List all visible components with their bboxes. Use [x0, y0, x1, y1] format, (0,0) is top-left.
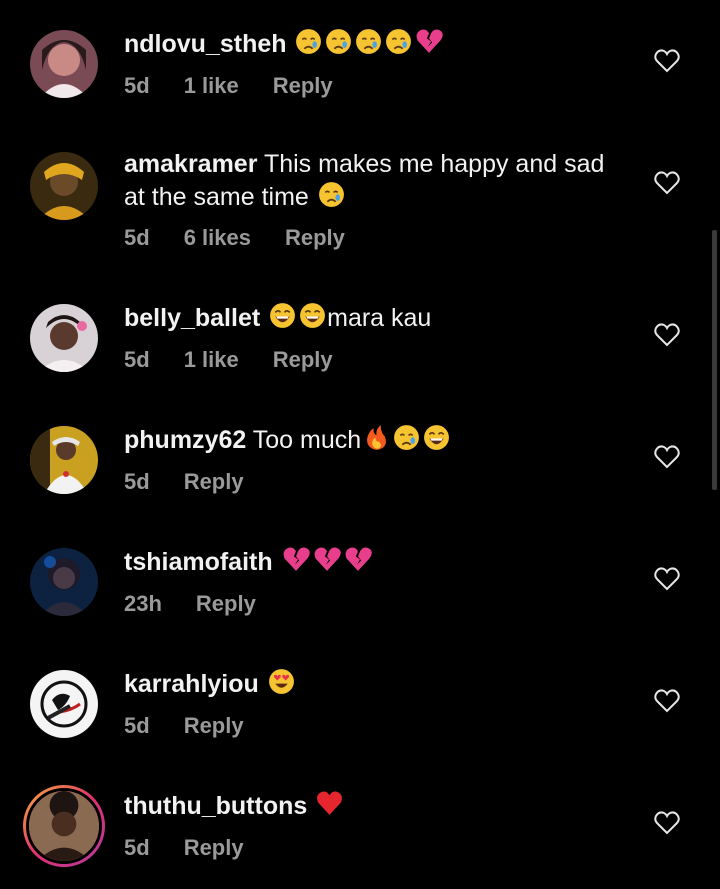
comment-text: ndlovu_stheh — [124, 27, 624, 64]
comment-text: phumzy62 Too much — [124, 423, 624, 460]
crying-face-icon — [392, 423, 421, 460]
username[interactable]: phumzy62 — [124, 426, 246, 454]
reply-button[interactable]: Reply — [273, 347, 333, 373]
avatar — [26, 788, 102, 864]
likes-count[interactable]: 6 likes — [184, 225, 251, 251]
laughing-face-icon — [268, 301, 297, 338]
comment-text: amakramer This makes me happy and sad at… — [124, 149, 624, 217]
crying-face-icon — [354, 27, 383, 64]
crying-face-icon — [384, 27, 413, 64]
likes-count[interactable]: 1 like — [184, 73, 239, 99]
fire-icon — [362, 423, 391, 460]
laughing-face-icon — [298, 301, 327, 338]
red-heart-icon — [315, 789, 344, 826]
timestamp: 5d — [124, 225, 150, 250]
reply-button[interactable]: Reply — [184, 469, 244, 495]
avatar[interactable] — [30, 304, 98, 372]
avatar[interactable] — [30, 548, 98, 616]
heart-outline-icon[interactable] — [654, 567, 680, 591]
reply-button[interactable]: Reply — [184, 713, 244, 739]
likes-count[interactable]: 1 like — [184, 347, 239, 373]
comment-body: mara kau — [327, 304, 432, 332]
username[interactable]: tshiamofaith — [124, 548, 273, 576]
comment-meta: 5d Reply — [124, 835, 278, 861]
heart-outline-icon[interactable] — [654, 171, 680, 195]
avatar-story-ring[interactable] — [23, 785, 105, 867]
comment-text: tshiamofaith — [124, 545, 624, 582]
broken-heart-icon — [343, 545, 373, 582]
username[interactable]: amakramer — [124, 150, 257, 178]
scrollbar[interactable] — [712, 230, 717, 490]
avatar[interactable] — [30, 152, 98, 220]
avatar[interactable] — [30, 670, 98, 738]
crying-face-icon — [324, 27, 353, 64]
username[interactable]: thuthu_buttons — [124, 792, 307, 820]
heart-eyes-icon — [267, 667, 296, 704]
comment-meta: 5d 1 like Reply — [124, 347, 367, 373]
username[interactable]: ndlovu_stheh — [124, 30, 287, 58]
laughing-face-icon — [422, 423, 451, 460]
broken-heart-icon — [414, 27, 444, 64]
comment-meta: 23h Reply — [124, 591, 290, 617]
heart-outline-icon[interactable] — [654, 49, 680, 73]
heart-outline-icon[interactable] — [654, 323, 680, 347]
timestamp: 23h — [124, 591, 162, 616]
timestamp: 5d — [124, 469, 150, 494]
comment-text: karrahlyiou — [124, 667, 624, 704]
comment-meta: 5d 6 likes Reply — [124, 225, 379, 251]
heart-outline-icon[interactable] — [654, 689, 680, 713]
username[interactable]: karrahlyiou — [124, 670, 259, 698]
comment-meta: 5d 1 like Reply — [124, 73, 367, 99]
crying-face-icon — [317, 180, 346, 217]
reply-button[interactable]: Reply — [285, 225, 345, 251]
comment-meta: 5d Reply — [124, 469, 278, 495]
comment-meta: 5d Reply — [124, 713, 278, 739]
heart-outline-icon[interactable] — [654, 811, 680, 835]
heart-outline-icon[interactable] — [654, 445, 680, 469]
username[interactable]: belly_ballet — [124, 304, 260, 332]
reply-button[interactable]: Reply — [184, 835, 244, 861]
comment-text: belly_ballet mara kau — [124, 301, 624, 338]
crying-face-icon — [294, 27, 323, 64]
avatar[interactable] — [30, 426, 98, 494]
timestamp: 5d — [124, 713, 150, 738]
reply-button[interactable]: Reply — [273, 73, 333, 99]
comment-text: thuthu_buttons — [124, 789, 624, 826]
comment-body: Too much — [252, 426, 362, 454]
timestamp: 5d — [124, 347, 150, 372]
timestamp: 5d — [124, 835, 150, 860]
broken-heart-icon — [312, 545, 342, 582]
reply-button[interactable]: Reply — [196, 591, 256, 617]
avatar[interactable] — [30, 30, 98, 98]
broken-heart-icon — [281, 545, 311, 582]
timestamp: 5d — [124, 73, 150, 98]
